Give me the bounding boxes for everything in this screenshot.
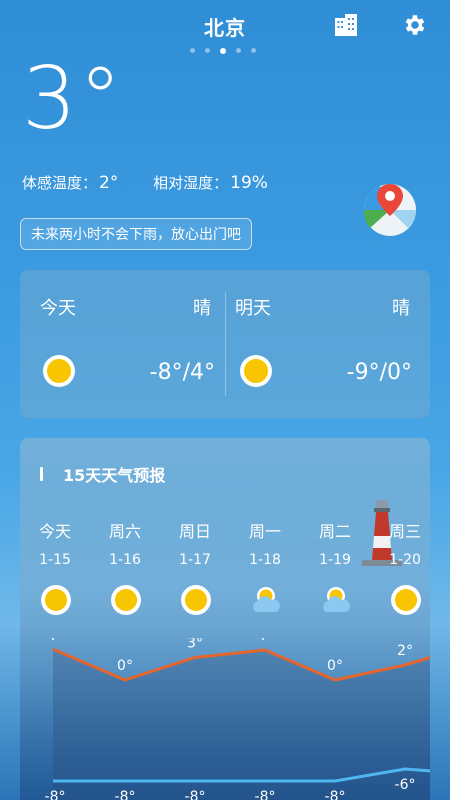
low-temp-label: -6° [395, 777, 416, 793]
rain-forecast-tip[interactable]: 未来两小时不会下雨，放心出门吧 [20, 218, 252, 250]
page-indicator [190, 47, 256, 54]
partly-cloudy-icon [250, 584, 282, 616]
rain-tip-text: 未来两小时不会下雨，放心出门吧 [31, 227, 241, 243]
high-temp-label: 0° [117, 658, 133, 674]
page-dot[interactable] [205, 48, 210, 53]
page-dot-active[interactable] [220, 47, 226, 54]
forecast-date: 1-15 [39, 552, 71, 568]
temperature-chart: 4° -8° 0° -8° 3° -8° 4° -8° 0° -8° 2° -6° [45, 638, 430, 800]
today-temp-range: -8°/4° [149, 360, 215, 385]
sun-icon [110, 584, 142, 616]
humidity-value: 19% [230, 173, 268, 193]
partly-cloudy-icon [320, 584, 352, 616]
sun-icon [180, 584, 212, 616]
sun-icon [40, 584, 72, 616]
forecast-day-name: 今天 [38, 522, 71, 541]
tomorrow-temp-range: -9°/0° [346, 360, 412, 385]
humidity-label: 相对湿度： [153, 174, 229, 192]
header-accent-bar [40, 467, 43, 481]
forecast-title: 15天天气预报 [63, 466, 166, 485]
forecast-day-name: 周日 [178, 522, 211, 541]
low-temp-label: -8° [185, 789, 206, 800]
high-temp-label: 4° [47, 638, 63, 644]
low-temp-label: -8° [115, 789, 136, 800]
forecast-date: 1-16 [109, 552, 141, 568]
high-temp-label: 4° [257, 638, 273, 644]
low-temp-label: -8° [325, 789, 346, 800]
today-tomorrow-card[interactable]: 今天 晴 -8°/4° 明天 晴 -9°/0° [20, 270, 430, 418]
tomorrow-summary[interactable]: 明天 晴 -9°/0° [225, 270, 430, 418]
page-dot[interactable] [190, 48, 195, 53]
sun-icon [43, 355, 75, 387]
today-label: 今天 [40, 298, 76, 319]
map-location-icon[interactable] [362, 180, 418, 236]
forecast-card[interactable]: 15天天气预报 今天 1-15 周六 1-16 周日 1-17 周一 1-18 周二 1-19 周三… [20, 438, 430, 800]
feels-like-label: 体感温度： [22, 174, 98, 192]
forecast-date: 1-20 [389, 552, 421, 568]
current-temperature: 3° [22, 49, 124, 149]
forecast-date: 1-19 [319, 552, 351, 568]
forecast-day-name: 周二 [318, 522, 351, 541]
gear-icon[interactable] [402, 12, 428, 38]
city-name[interactable]: 北京 [0, 12, 450, 41]
forecast-day-name: 周三 [388, 522, 421, 541]
high-temp-label: 3° [187, 638, 203, 652]
city-building-icon[interactable] [333, 12, 359, 38]
forecast-header: 15天天气预报 [40, 462, 165, 486]
forecast-date: 1-17 [179, 552, 211, 568]
page-dot[interactable] [236, 48, 241, 53]
sun-icon [390, 584, 422, 616]
feels-like-value: 2° [99, 173, 119, 193]
high-temp-label: 0° [327, 658, 343, 674]
page-dot[interactable] [251, 48, 256, 53]
low-temp-label: -8° [45, 789, 66, 800]
forecast-date: 1-18 [249, 552, 281, 568]
today-summary[interactable]: 今天 晴 -8°/4° [20, 270, 225, 418]
today-condition: 晴 [193, 298, 211, 319]
forecast-day-name: 周一 [248, 522, 281, 541]
sun-icon [240, 355, 272, 387]
low-temp-label: -8° [255, 789, 276, 800]
forecast-day-name: 周六 [108, 522, 141, 541]
tomorrow-condition: 晴 [392, 298, 410, 319]
high-temp-label: 2° [397, 643, 413, 659]
tomorrow-label: 明天 [235, 298, 271, 319]
current-details: 体感温度： 2° 相对湿度： 19% [22, 172, 268, 193]
